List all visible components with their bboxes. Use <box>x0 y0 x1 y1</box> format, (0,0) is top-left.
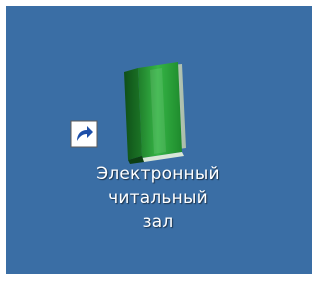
shortcut-arrow-icon <box>70 120 98 148</box>
label-line-3: зал <box>142 212 174 232</box>
desktop-icon-label: Электронный читальный зал <box>70 162 246 234</box>
label-line-1: Электронный <box>96 164 220 184</box>
green-book-icon <box>110 58 220 168</box>
desktop-shortcut-electronic-reading-room[interactable]: Электронный читальный зал <box>70 58 246 248</box>
desktop: Электронный читальный зал <box>6 6 312 274</box>
label-line-2: читальный <box>108 188 208 208</box>
